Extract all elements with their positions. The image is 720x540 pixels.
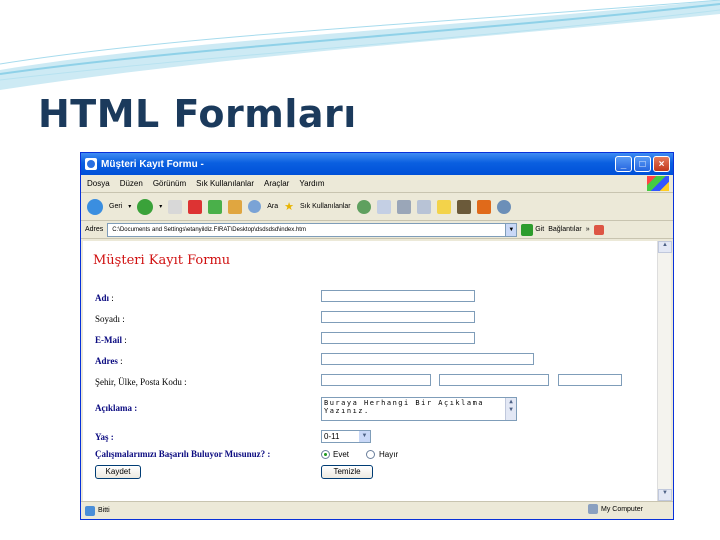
print-icon[interactable] [396,199,411,214]
menu-tools[interactable]: Araçlar [264,179,289,188]
menu-help[interactable]: Yardım [299,179,324,188]
history-icon[interactable] [356,199,371,214]
page-scrollbar[interactable]: ▲ ▼ [657,241,672,501]
decorative-swoosh [0,0,720,90]
address-dropdown-icon[interactable]: ▼ [505,223,517,236]
home-icon[interactable] [228,199,243,214]
address-bar: Adres C:\Documents and Settings\etanyild… [81,221,673,239]
submit-button[interactable]: Kaydet [95,465,141,479]
chevron-down-icon[interactable]: ▼ [359,431,370,442]
menu-view[interactable]: Görünüm [153,179,186,188]
radio-hayir[interactable] [366,450,375,459]
chevron-right-icon[interactable]: » [586,226,590,233]
label-email: E-Mail : [95,335,127,345]
label-basari: Çalışmalarımızı Başarılı Buluyor Musunuz… [95,449,270,459]
refresh-icon[interactable] [208,199,223,214]
radio-evet[interactable] [321,450,330,459]
input-ulke[interactable] [439,374,549,386]
edit-icon[interactable] [416,199,431,214]
favorites-label[interactable]: Sık Kullanılanlar [300,203,351,210]
input-ad[interactable] [321,290,475,302]
close-button[interactable]: × [653,156,670,172]
messenger-icon[interactable] [496,199,511,214]
maximize-button[interactable]: □ [634,156,651,172]
label-email-text: E-Mail [95,335,122,345]
window-titlebar[interactable]: Müşteri Kayıt Formu - _ □ × [81,153,673,175]
page-icon[interactable] [168,199,183,214]
input-sehir[interactable] [321,374,431,386]
slide-title: HTML Formları [38,92,357,136]
label-ad-text: Adı [95,293,110,303]
mail-icon[interactable] [376,199,391,214]
go-label: Git [535,226,545,233]
label-ad: Adı : [95,293,114,303]
input-adres[interactable] [321,353,534,365]
address-label: Adres [85,226,104,233]
label-yas: Yaş : [95,432,114,442]
label-adres: Adres : [95,356,123,366]
back-dropdown-icon[interactable]: ▾ [128,203,131,210]
textarea-scrollbar[interactable]: ▲ ▼ [505,398,516,420]
radio-hayir-label: Hayır [379,450,399,459]
notes-icon[interactable] [436,199,451,214]
select-yas-value: 0-11 [324,432,340,441]
forward-dropdown-icon[interactable]: ▾ [159,203,162,210]
toolbar: Geri ▾ ▾ Ara ★ Sık Kullanılanlar [81,193,673,221]
label-aciklama-text: Açıklama : [95,403,138,413]
page-content: Müşteri Kayıt Formu Adı : Soyadı : E-Mai… [83,241,657,501]
go-arrow-icon [521,223,534,236]
download-icon[interactable] [476,199,491,214]
scroll-down-icon[interactable]: ▼ [658,489,672,501]
search-label[interactable]: Ara [267,203,278,210]
address-value: C:\Documents and Settings\etanyildiz.FIR… [112,226,306,233]
textarea-value: Buraya Herhangi Bir Açıklama Yazınız. [324,399,485,415]
window-title: Müşteri Kayıt Formu - [101,158,204,170]
menu-bar: Dosya Düzen Görünüm Sık Kullanılanlar Ar… [81,175,673,193]
radio-evet-label: Evet [333,450,350,459]
minimize-button[interactable]: _ [615,156,632,172]
scroll-up-icon[interactable]: ▲ [658,241,672,253]
browser-window: Müşteri Kayıt Formu - _ □ × Dosya Düzen … [80,152,674,520]
label-soyad: Soyadı : [95,314,125,324]
status-text: Bitti [98,507,110,514]
label-yas-text: Yaş : [95,432,114,442]
favorites-star-icon[interactable]: ★ [284,200,294,213]
reset-button[interactable]: Temizle [321,465,373,479]
research-icon[interactable] [456,199,471,214]
address-input[interactable]: C:\Documents and Settings\etanyildiz.FIR… [107,222,518,237]
windows-logo-icon [647,176,669,191]
links-label[interactable]: Bağlantılar [548,226,581,233]
label-sehir-ulke-posta: Şehir, Ülke, Posta Kodu : [95,377,187,387]
input-soyad[interactable] [321,311,475,323]
menu-edit[interactable]: Düzen [120,179,143,188]
back-label[interactable]: Geri [109,203,122,210]
form-heading: Müşteri Kayıt Formu [93,253,231,268]
menu-favorites[interactable]: Sık Kullanılanlar [196,179,254,188]
input-email[interactable] [321,332,475,344]
page-status-icon [85,505,95,516]
textarea-aciklama[interactable]: Buraya Herhangi Bir Açıklama Yazınız. ▲ ▼ [321,397,517,421]
menu-file[interactable]: Dosya [87,179,110,188]
forward-icon[interactable] [137,198,154,215]
toolbar-addon-icon[interactable] [593,224,604,235]
select-yas[interactable]: 0-11 ▼ [321,430,371,443]
status-zone-label: My Computer [600,505,643,513]
status-bar: Bitti My Computer [81,501,673,519]
ie-icon [85,158,97,170]
stop-icon[interactable] [188,199,203,214]
go-button[interactable]: Git [521,223,545,236]
computer-icon [587,504,598,514]
label-basari-text: Çalışmalarımızı Başarılı Buluyor Musunuz… [95,449,271,459]
label-adres-text: Adres [95,356,118,366]
back-icon[interactable] [87,198,103,215]
status-zone: My Computer [587,504,643,514]
label-aciklama: Açıklama : [95,403,137,413]
input-posta-kodu[interactable] [558,374,622,386]
search-icon[interactable] [248,200,262,213]
